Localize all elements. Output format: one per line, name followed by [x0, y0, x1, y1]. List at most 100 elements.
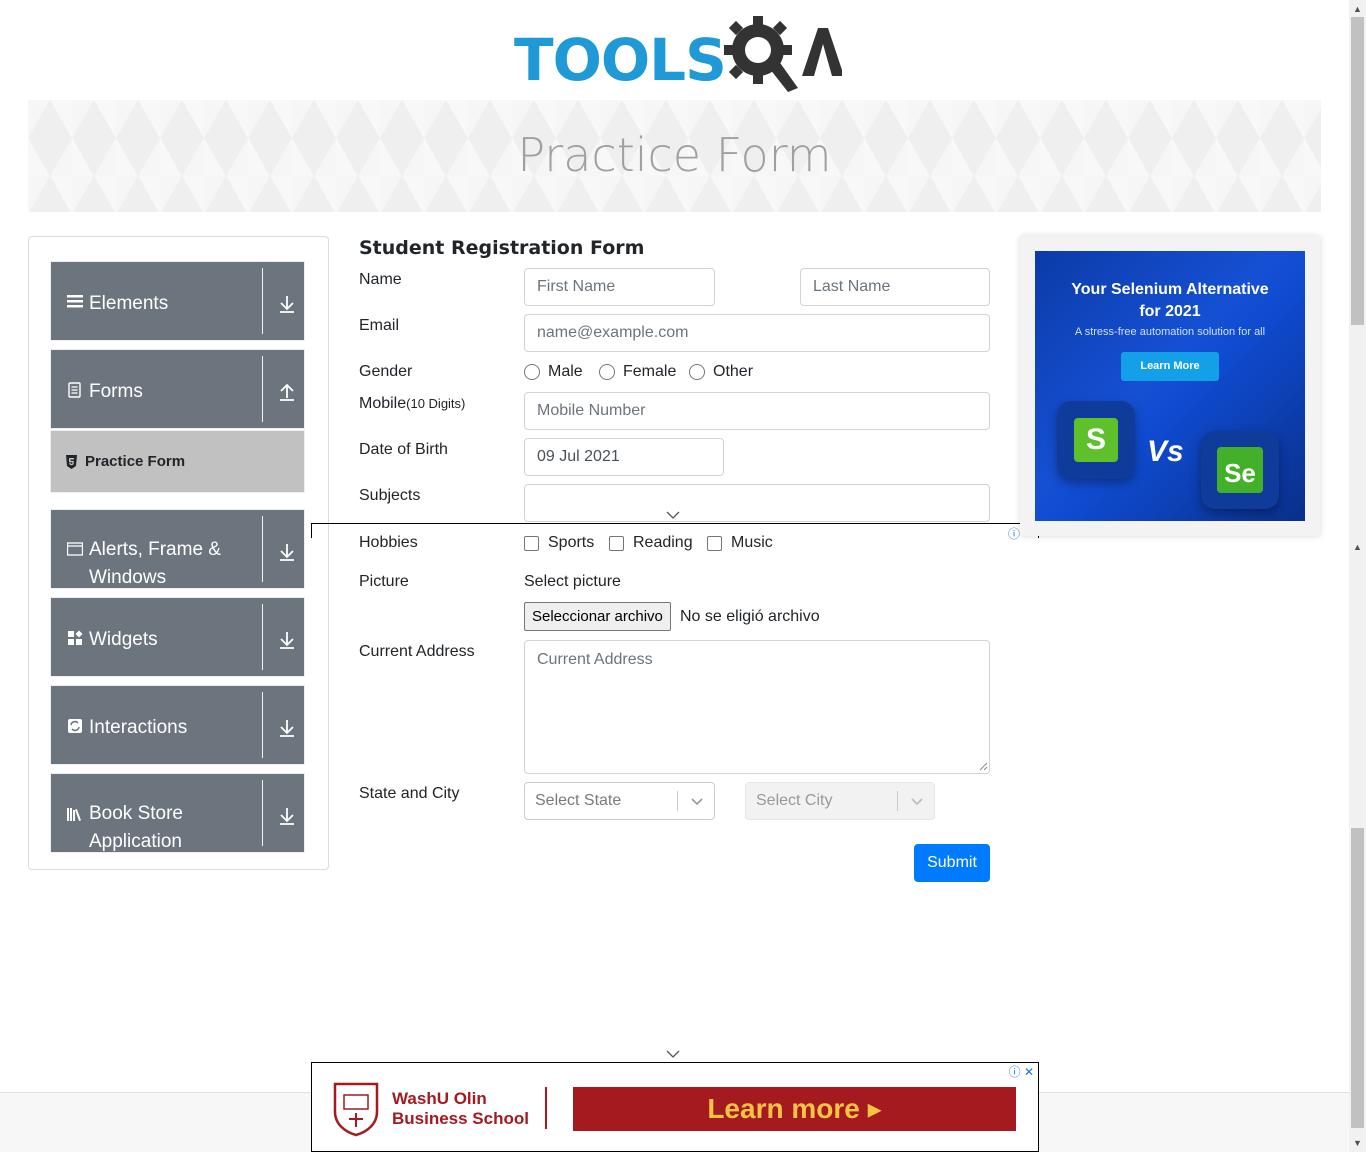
- divider: [262, 780, 263, 846]
- scroll-down-icon[interactable]: ▼: [1353, 1138, 1362, 1148]
- page-banner: Practice Form: [28, 100, 1321, 212]
- last-name-input[interactable]: Last Name: [800, 268, 990, 306]
- interactions-icon: [68, 719, 82, 733]
- email-label: Email: [359, 317, 400, 334]
- hobby-reading-checkbox[interactable]: Reading: [609, 534, 693, 552]
- expand-down-icon[interactable]: [277, 718, 297, 738]
- toolsqa-logo[interactable]: TOOLS: [514, 14, 842, 94]
- first-name-input[interactable]: First Name: [524, 268, 715, 306]
- submit-button[interactable]: Submit: [914, 844, 990, 882]
- ad-controls[interactable]: ⓘ ✕: [1009, 1063, 1034, 1080]
- ad-learn-more-button[interactable]: Learn More: [1121, 352, 1219, 381]
- checkbox-label: Music: [731, 534, 773, 551]
- chevron-down-icon[interactable]: [690, 795, 704, 807]
- divider: [262, 604, 263, 670]
- sidebar-group-label: Alerts, Frame & Windows: [89, 539, 221, 588]
- divider: [262, 692, 263, 758]
- selenium-logo: Se: [1201, 431, 1279, 509]
- logo-gear-qa-icon: [724, 16, 842, 92]
- divider: [677, 791, 678, 811]
- current-address-textarea[interactable]: Current Address: [524, 640, 990, 774]
- subjects-label: Subjects: [359, 487, 421, 504]
- divider: [545, 1087, 547, 1129]
- address-label: Current Address: [359, 643, 475, 660]
- divider: [262, 268, 263, 334]
- radio-circle[interactable]: [599, 364, 615, 380]
- gender-other-radio[interactable]: Other: [689, 363, 753, 381]
- right-ad[interactable]: Your Selenium Alternative for 2021 A str…: [1035, 251, 1305, 521]
- chevron-down-icon[interactable]: [910, 795, 924, 807]
- ad-headline: Your Selenium Alternative for 2021: [1071, 281, 1269, 320]
- versus-text: Vs: [1147, 435, 1184, 468]
- washu-seal-icon: [333, 1082, 379, 1137]
- city-select[interactable]: Select City: [745, 782, 935, 820]
- hobby-sports-checkbox[interactable]: Sports: [524, 534, 594, 552]
- mobile-hint: (10 Digits): [406, 396, 466, 411]
- gender-male-radio[interactable]: Male: [524, 363, 583, 381]
- school-name: WashU Olin Business School: [392, 1089, 529, 1129]
- hobbies-label: Hobbies: [359, 534, 418, 551]
- mobile-input[interactable]: Mobile Number: [524, 392, 990, 430]
- expand-down-icon[interactable]: [277, 294, 297, 314]
- bottom-ad[interactable]: WashU Olin Business School Learn more ▸ ⓘ…: [311, 1062, 1039, 1152]
- sidebar-item-practice-form[interactable]: Practice Form: [50, 430, 305, 493]
- books-icon: [67, 808, 81, 821]
- sidebar-item-label: Practice Form: [85, 453, 186, 470]
- checkbox-box[interactable]: [707, 535, 722, 551]
- form-title: Student Registration Form: [359, 237, 645, 259]
- sidebar-group-alerts[interactable]: Alerts, Frame & Windows: [50, 509, 305, 589]
- page-title: Practice Form: [517, 128, 832, 182]
- katalon-logo-mark: S: [1074, 418, 1118, 462]
- sidebar-group-widgets[interactable]: Widgets: [50, 597, 305, 677]
- chevron-down-icon[interactable]: [666, 510, 680, 520]
- scroll-up-icon[interactable]: ▲: [1353, 4, 1362, 14]
- sidebar-group-elements[interactable]: Elements: [50, 261, 305, 341]
- scroll-up-icon[interactable]: ▲: [1353, 542, 1362, 552]
- school-name-line2: Business School: [392, 1109, 529, 1128]
- state-select[interactable]: Select State: [524, 782, 715, 820]
- left-sidebar: Elements Forms Practice Form Alerts, Fra…: [28, 236, 329, 870]
- expand-down-icon[interactable]: [277, 630, 297, 650]
- sidebar-group-interactions[interactable]: Interactions: [50, 685, 305, 765]
- radio-label: Female: [623, 363, 677, 380]
- radio-label: Other: [713, 363, 754, 380]
- resize-handle-icon[interactable]: [978, 761, 988, 771]
- scrollbar-thumb[interactable]: [1351, 828, 1364, 1128]
- scrollbar-thumb[interactable]: [1351, 17, 1364, 325]
- radio-circle[interactable]: [689, 364, 705, 380]
- sidebar-group-book-store[interactable]: Book Store Application: [50, 773, 305, 853]
- email-input[interactable]: name@example.com: [524, 314, 990, 352]
- divider: [262, 356, 263, 422]
- checkbox-box[interactable]: [524, 535, 539, 551]
- checkbox-box[interactable]: [609, 535, 624, 551]
- name-label: Name: [359, 271, 402, 288]
- school-name-line1: WashU Olin: [392, 1089, 487, 1108]
- mobile-label-text: Mobile: [359, 395, 407, 412]
- hobby-music-checkbox[interactable]: Music: [707, 534, 773, 552]
- expand-down-icon[interactable]: [277, 806, 297, 826]
- choose-file-button[interactable]: Seleccionar archivo: [524, 602, 671, 631]
- widgets-icon: [68, 630, 83, 645]
- expand-down-icon[interactable]: [277, 542, 297, 562]
- katalon-logo: S: [1057, 401, 1135, 479]
- checkbox-label: Reading: [633, 534, 693, 551]
- subjects-input[interactable]: [524, 484, 990, 522]
- ad-subline: A stress-free automation solution for al…: [1074, 326, 1266, 338]
- document-icon: [68, 382, 81, 398]
- learn-more-button[interactable]: Learn more ▸: [573, 1087, 1016, 1131]
- logo-text: TOOLS: [514, 26, 727, 94]
- gender-female-radio[interactable]: Female: [599, 363, 676, 381]
- collapse-up-icon[interactable]: [277, 382, 297, 402]
- divider: [262, 516, 263, 582]
- vertical-scrollbar[interactable]: ▲ ▲ ▼: [1349, 0, 1366, 1152]
- sidebar-group-forms[interactable]: Forms: [50, 349, 305, 429]
- radio-circle[interactable]: [524, 364, 540, 380]
- file-status: No se eligió archivo: [680, 608, 820, 625]
- adchoices-icon[interactable]: ⓘ: [1008, 525, 1020, 542]
- dob-input[interactable]: 09 Jul 2021: [524, 438, 724, 476]
- gender-label: Gender: [359, 363, 413, 380]
- sidebar-group-label: Book Store Application: [89, 803, 183, 852]
- dob-label: Date of Birth: [359, 441, 448, 458]
- chevron-down-icon[interactable]: [666, 1049, 680, 1059]
- sidebar-group-label: Widgets: [89, 629, 158, 650]
